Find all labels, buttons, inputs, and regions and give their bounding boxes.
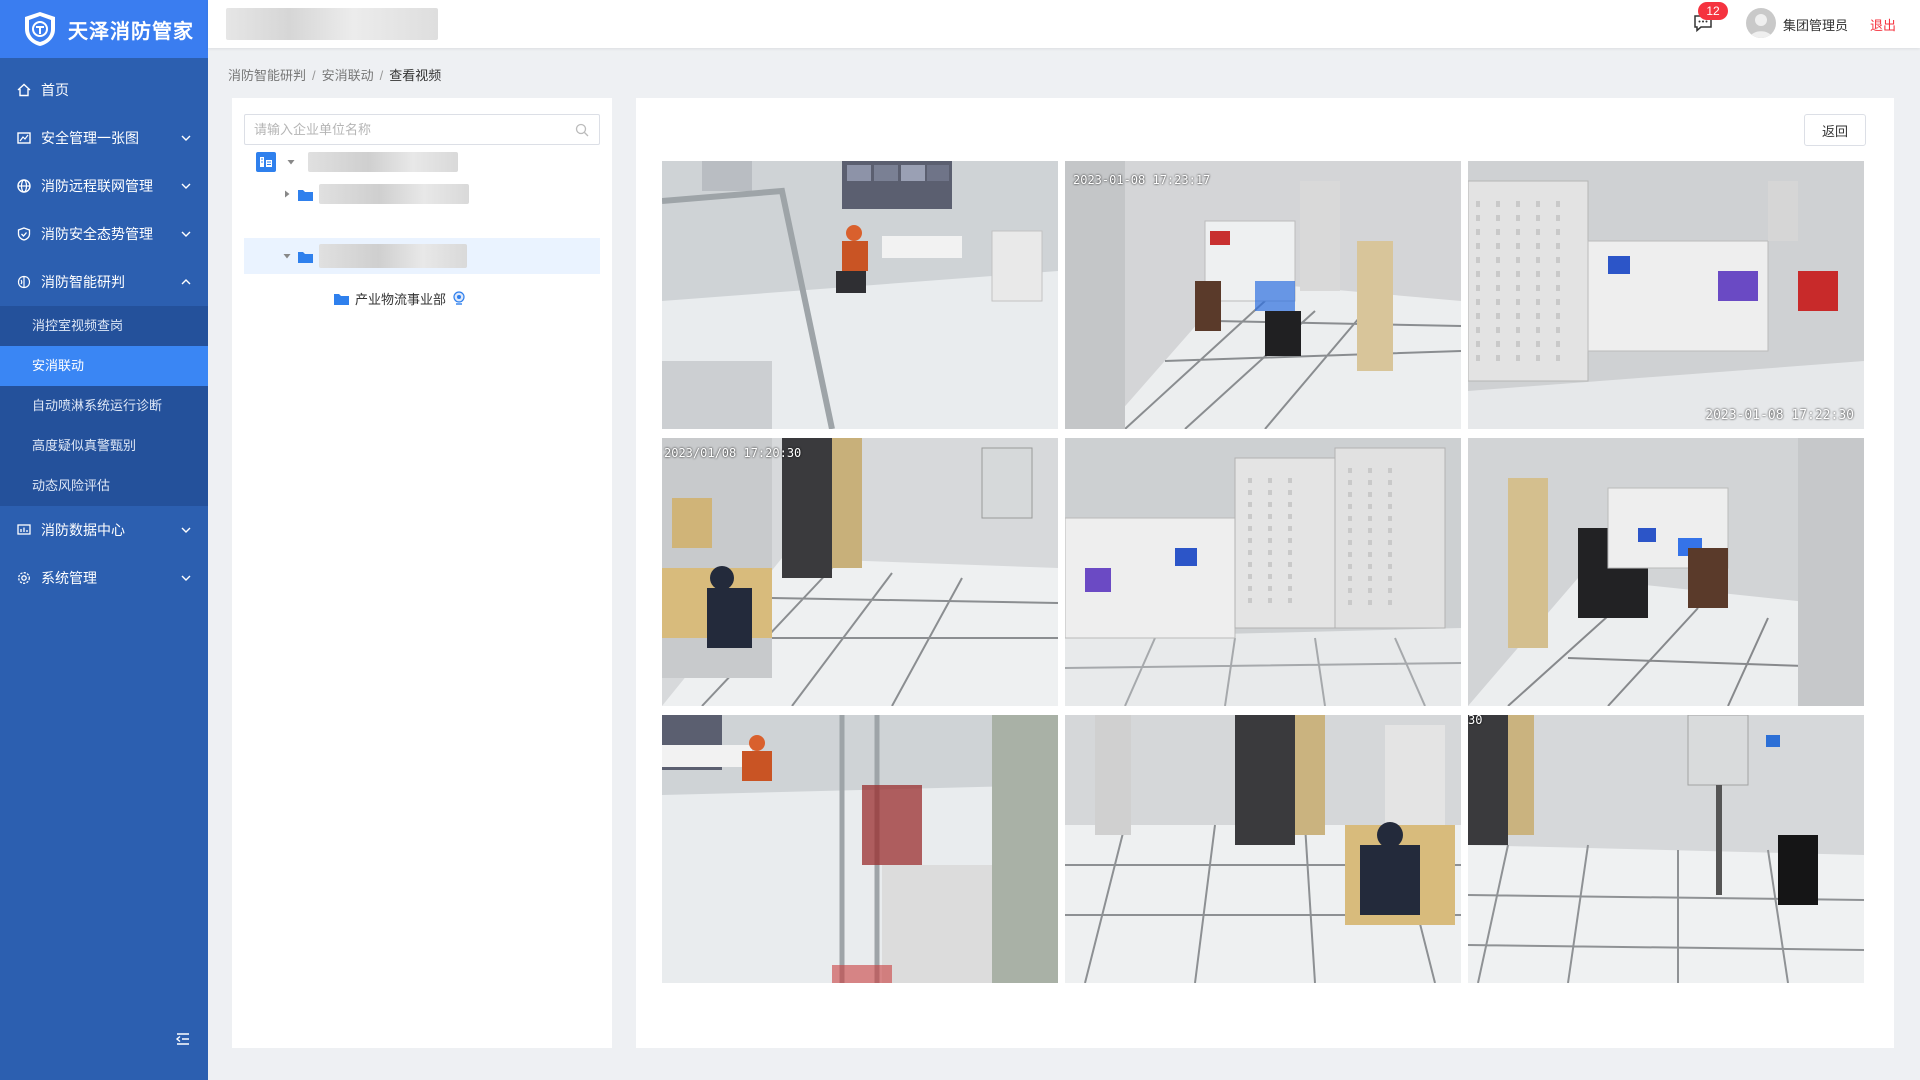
breadcrumb-separator: / <box>379 68 384 83</box>
blurred-page-title <box>226 8 438 40</box>
org-tree-panel: 产业物流事业部 <box>232 98 612 1048</box>
tree-node-leaf[interactable]: 产业物流事业部 <box>334 280 594 316</box>
tree-node-root[interactable] <box>256 144 596 180</box>
org-search-box <box>244 114 600 145</box>
sidebar-item-intelligent[interactable]: 消防智能研判 <box>0 258 208 306</box>
video-timestamp: 2023-01-08 17:23:17 <box>1073 173 1211 187</box>
breadcrumb-current: 查看视频 <box>389 68 442 83</box>
video-tile-3[interactable]: 2023-01-08 17:22:30 <box>1468 161 1864 429</box>
sidebar-item-situation[interactable]: 消防安全态势管理 <box>0 210 208 258</box>
video-tile-4[interactable]: 2023/01/08 17:20:30 <box>662 438 1058 706</box>
top-header: 12 集团管理员 退出 <box>208 0 1920 48</box>
chevron-up-icon <box>181 279 191 285</box>
caret-right-icon <box>285 190 290 198</box>
breadcrumb-separator: / <box>312 68 316 83</box>
globe-icon <box>17 179 31 193</box>
gear-icon <box>18 572 30 584</box>
chevron-down-icon <box>181 231 191 237</box>
data-icon <box>17 524 31 535</box>
tree-node-child[interactable] <box>282 176 592 212</box>
video-frame-3 <box>1468 161 1864 429</box>
sidebar-subitem-risk[interactable]: 动态风险评估 <box>0 466 208 506</box>
message-count-badge: 12 <box>1698 2 1728 20</box>
video-tile-8[interactable] <box>1065 715 1461 983</box>
user-name[interactable]: 集团管理员 <box>1783 15 1848 34</box>
video-frame-2 <box>1065 161 1461 429</box>
video-frame-7 <box>662 715 1058 983</box>
video-frame-1 <box>662 161 1058 429</box>
logout-link[interactable]: 退出 <box>1870 15 1896 34</box>
sidebar-menu: 首页 安全管理一张图 消防远程联网管理 消防安全态势管理 消防智能研判 消控室视… <box>0 58 208 602</box>
collapse-sidebar-icon[interactable] <box>174 1030 192 1048</box>
chevron-down-icon <box>181 183 191 189</box>
blurred-node-label <box>319 184 469 204</box>
sidebar-item-label: 首页 <box>41 82 69 98</box>
video-timestamp: 2023-01-08 17:22:30 <box>1705 408 1854 423</box>
sidebar-subitem-sprinkler[interactable]: 自动喷淋系统运行诊断 <box>0 386 208 426</box>
video-frame-5 <box>1065 438 1461 706</box>
sidebar-item-safety-map[interactable]: 安全管理一张图 <box>0 114 208 162</box>
sidebar-item-label: 消防远程联网管理 <box>41 178 153 194</box>
shield-check-icon <box>17 227 31 241</box>
chevron-down-icon <box>181 575 191 581</box>
sidebar-item-home[interactable]: 首页 <box>0 66 208 114</box>
back-button[interactable]: 返回 <box>1804 114 1866 146</box>
sidebar-item-label: 系统管理 <box>41 570 97 586</box>
breadcrumb: 消防智能研判 / 安消联动 / 查看视频 <box>228 65 441 84</box>
chevron-down-icon <box>181 527 191 533</box>
video-frame-4 <box>662 438 1058 706</box>
video-timestamp: 30 <box>1468 715 1483 727</box>
folder-icon <box>298 189 313 201</box>
map-icon <box>17 132 31 144</box>
tree-node-selected[interactable] <box>244 238 600 274</box>
breadcrumb-item[interactable]: 安消联动 <box>322 68 374 83</box>
folder-icon <box>334 293 349 305</box>
app-name: 天泽消防管家 <box>68 20 194 43</box>
avatar[interactable] <box>1746 8 1776 38</box>
video-frame-6 <box>1468 438 1864 706</box>
submenu-intelligent: 消控室视频查岗 安消联动 自动喷淋系统运行诊断 高度疑似真警甄别 动态风险评估 <box>0 306 208 506</box>
blurred-node-label <box>308 152 458 172</box>
sidebar-item-label: 消防数据中心 <box>41 522 125 538</box>
video-tile-1[interactable] <box>662 161 1058 429</box>
shield-logo-icon <box>25 12 55 46</box>
sidebar-item-system[interactable]: 系统管理 <box>0 554 208 602</box>
sidebar-subitem-true-alarm[interactable]: 高度疑似真警甄别 <box>0 426 208 466</box>
brain-icon <box>17 275 31 289</box>
sidebar-item-label: 消防安全态势管理 <box>41 226 153 242</box>
caret-down-icon <box>287 160 295 165</box>
video-tile-7[interactable] <box>662 715 1058 983</box>
sidebar-item-label: 安全管理一张图 <box>41 130 139 146</box>
video-tile-6[interactable] <box>1468 438 1864 706</box>
search-icon[interactable] <box>575 123 589 137</box>
sidebar-item-label: 消防智能研判 <box>41 274 125 290</box>
organization-icon <box>256 152 276 172</box>
video-timestamp: 2023/01/08 17:20:30 <box>664 446 802 460</box>
video-tile-9[interactable]: 30 <box>1468 715 1864 983</box>
video-tile-2[interactable]: 2023-01-08 17:23:17 <box>1065 161 1461 429</box>
sidebar-item-remote-network[interactable]: 消防远程联网管理 <box>0 162 208 210</box>
sidebar-item-data-center[interactable]: 消防数据中心 <box>0 506 208 554</box>
sidebar-subitem-linkage[interactable]: 安消联动 <box>0 346 208 386</box>
camera-icon[interactable] <box>452 291 466 305</box>
logo[interactable]: 天泽消防管家 <box>0 0 208 58</box>
breadcrumb-item[interactable]: 消防智能研判 <box>228 68 306 83</box>
sidebar-subitem-video-check[interactable]: 消控室视频查岗 <box>0 306 208 346</box>
folder-icon <box>298 251 313 263</box>
video-frame-9 <box>1468 715 1864 983</box>
blurred-node-label <box>319 244 467 268</box>
avatar-user-icon <box>1750 14 1772 38</box>
org-search-input[interactable] <box>245 115 565 144</box>
home-icon <box>17 83 31 97</box>
chevron-down-icon <box>181 135 191 141</box>
video-frame-8 <box>1065 715 1461 983</box>
tree-leaf-label: 产业物流事业部 <box>355 291 447 307</box>
video-panel: 返回 2023-01-08 17:23:17 2023-01-08 17:22:… <box>636 98 1894 1048</box>
caret-down-icon <box>283 254 291 259</box>
video-tile-5[interactable] <box>1065 438 1461 706</box>
sidebar: 天泽消防管家 首页 安全管理一张图 消防远程联网管理 消防安全态势管理 消防智能… <box>0 0 208 1080</box>
